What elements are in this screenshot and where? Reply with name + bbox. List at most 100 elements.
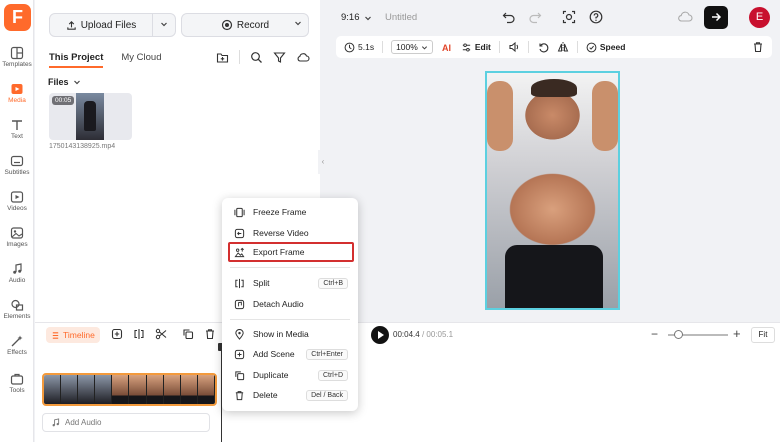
menu-item-reverse-video[interactable]: Reverse Video [222, 223, 358, 243]
split-icon[interactable] [133, 328, 145, 340]
zoom-in-button[interactable]: + [733, 326, 741, 341]
help-icon[interactable] [589, 10, 603, 24]
collapse-panel-handle[interactable]: ‹ [318, 150, 328, 174]
shortcut-badge: Ctrl+D [317, 369, 348, 381]
play-button[interactable] [371, 326, 389, 344]
record-button[interactable]: Record [181, 13, 309, 37]
redo-icon[interactable] [528, 10, 542, 24]
record-label: Record [236, 19, 270, 31]
reverse-video-icon [234, 228, 244, 238]
rail-label: Subtitles [4, 169, 30, 176]
preview-figure-part [505, 245, 603, 308]
rail-item-tools[interactable]: Tools [0, 370, 34, 404]
zoom-select[interactable]: 100% [391, 40, 433, 54]
menu-item-label: Duplicate [253, 370, 289, 380]
timeline-zoom-slider[interactable] [668, 330, 728, 339]
rail-label: Elements [3, 313, 31, 320]
add-track-icon[interactable] [111, 328, 123, 340]
rail-label: Templates [2, 61, 32, 68]
timeline-tracks: Add Audio [35, 346, 780, 442]
menu-item-label: Show in Media [253, 329, 309, 339]
clip-frame [112, 375, 130, 404]
export-button[interactable] [704, 6, 728, 29]
upload-files-button[interactable]: Upload Files [49, 13, 176, 37]
timeline-tag[interactable]: Timeline [46, 327, 100, 343]
video-clip[interactable] [42, 373, 217, 406]
delete-icon [235, 390, 243, 400]
fit-button[interactable]: Fit [751, 327, 775, 343]
volume-icon[interactable] [508, 41, 520, 53]
add-audio-button[interactable]: Add Audio [42, 413, 210, 432]
rail-item-videos[interactable]: Videos [0, 188, 34, 222]
menu-item-export-frame[interactable]: Export Frame [228, 242, 354, 262]
edit-button[interactable]: Edit [461, 42, 491, 53]
rail-item-subtitles[interactable]: Subtitles [0, 152, 34, 186]
rail-item-images[interactable]: Images [0, 224, 34, 258]
flip-icon[interactable] [557, 41, 569, 53]
cloud-icon[interactable] [296, 51, 310, 64]
menu-item-label: Delete [253, 390, 278, 400]
panel-tools [216, 50, 310, 64]
duration-control[interactable]: 5.1s [344, 42, 374, 53]
menu-item-detach-audio[interactable]: Detach Audio [222, 294, 358, 314]
zoom-out-button[interactable]: − [651, 327, 658, 341]
upload-files-main[interactable]: Upload Files [50, 20, 152, 31]
menu-item-add-scene[interactable]: Add Scene Ctrl+Enter [222, 344, 358, 364]
menu-item-label: Add Scene [253, 349, 295, 359]
menu-item-delete[interactable]: Delete Del / Back [222, 385, 358, 405]
context-menu: Freeze Frame Reverse Video Export Frame … [222, 198, 358, 411]
rail-item-elements[interactable]: Elements [0, 296, 34, 330]
rail-item-media[interactable]: Media [0, 80, 34, 114]
current-time: 00:04.4 [393, 330, 420, 339]
new-folder-icon[interactable] [216, 51, 229, 64]
copy-icon[interactable] [182, 328, 194, 340]
menu-item-label: Reverse Video [253, 228, 309, 238]
templates-icon [10, 46, 24, 60]
divider [382, 41, 384, 53]
video-preview [76, 93, 104, 140]
speed-button[interactable]: Speed [586, 42, 626, 53]
timeline-icon [52, 331, 59, 339]
rail-item-templates[interactable]: Templates [0, 44, 34, 78]
timeline-label: Timeline [63, 330, 95, 340]
rotate-icon[interactable] [537, 41, 549, 53]
filter-icon[interactable] [273, 51, 286, 64]
tab-this-project[interactable]: This Project [49, 52, 104, 68]
slider-handle[interactable] [674, 330, 683, 339]
tab-my-cloud[interactable]: My Cloud [121, 52, 161, 68]
speed-label: Speed [599, 42, 626, 52]
ai-sparkle-icon[interactable]: AI [441, 41, 453, 53]
avatar[interactable]: E [749, 7, 770, 28]
app-logo[interactable]: F [4, 4, 31, 31]
preview-figure-part [487, 81, 513, 151]
rail-item-effects[interactable]: Effects [0, 332, 34, 366]
scissors-icon[interactable] [155, 328, 167, 340]
preview-figure-part [592, 81, 618, 151]
files-header[interactable]: Files [48, 77, 81, 87]
undo-icon[interactable] [502, 10, 516, 24]
total-time: / 00:05.1 [421, 330, 454, 339]
rail-item-audio[interactable]: Audio [0, 260, 34, 294]
video-canvas-preview[interactable] [485, 71, 620, 310]
media-file-thumbnail[interactable]: 00:05 [49, 93, 132, 140]
rail-item-text[interactable]: Text [0, 116, 34, 150]
rail-label: Media [8, 97, 26, 104]
record-icon [221, 19, 232, 31]
clock-icon [344, 42, 355, 52]
upload-dropdown[interactable] [153, 19, 175, 31]
menu-item-show-in-media[interactable]: Show in Media [222, 324, 358, 344]
aspect-ratio-selector[interactable]: 9:16 [341, 12, 372, 23]
text-icon [12, 120, 22, 130]
export-frame-icon [233, 247, 244, 257]
trash-icon[interactable] [204, 328, 216, 340]
chevron-down-icon[interactable] [294, 19, 302, 27]
menu-item-freeze-frame[interactable]: Freeze Frame [222, 202, 358, 222]
search-icon[interactable] [250, 51, 263, 64]
project-title[interactable]: Untitled [385, 12, 417, 23]
clip-frame [61, 375, 79, 404]
menu-item-duplicate[interactable]: Duplicate Ctrl+D [222, 365, 358, 385]
cloud-sync-icon[interactable] [677, 10, 693, 24]
trash-icon[interactable] [752, 41, 764, 53]
screen-record-icon[interactable] [562, 10, 576, 24]
menu-item-split[interactable]: Split Ctrl+B [222, 273, 358, 293]
